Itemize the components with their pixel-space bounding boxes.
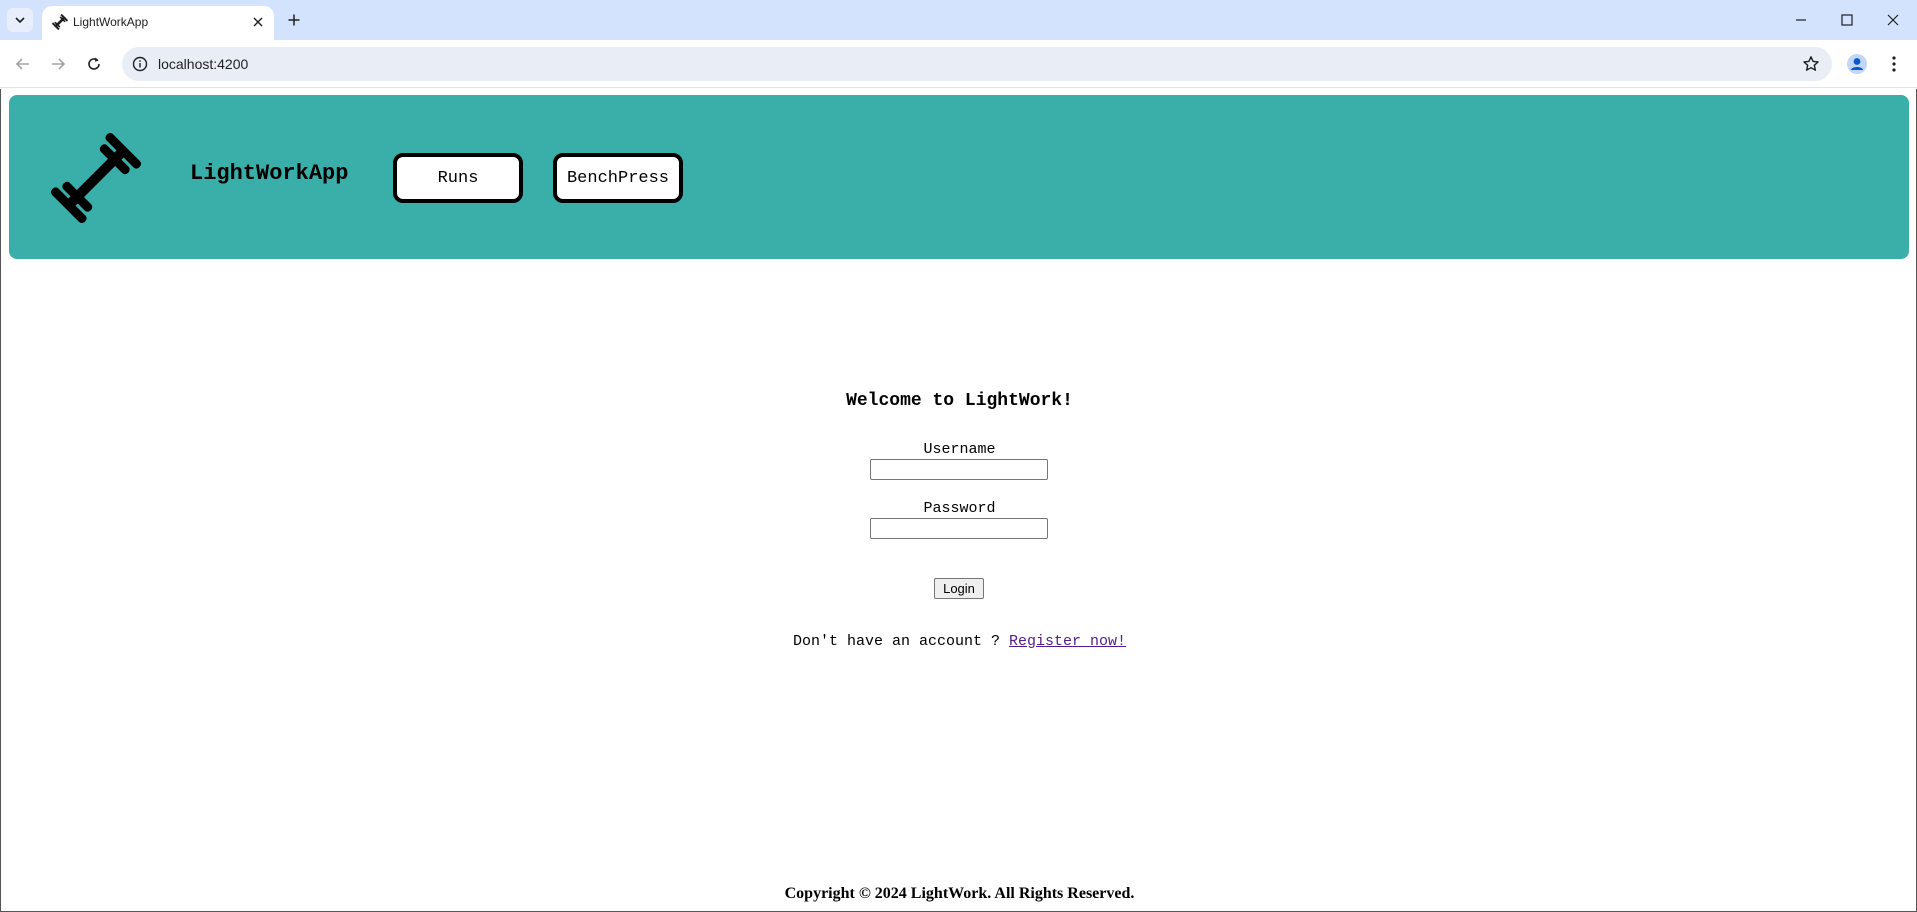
url-text[interactable]: localhost:4200 <box>158 56 248 72</box>
app-header: LightWorkApp Runs BenchPress <box>9 95 1909 259</box>
welcome-heading: Welcome to LightWork! <box>846 391 1073 411</box>
browser-toolbar: localhost:4200 <box>0 40 1917 88</box>
maximize-button[interactable] <box>1832 8 1862 32</box>
app-title: LightWorkApp <box>190 161 349 186</box>
reload-button[interactable] <box>81 51 107 77</box>
browser-menu-button[interactable] <box>1881 51 1907 77</box>
tab-title: LightWorkApp <box>73 15 149 29</box>
reload-icon <box>88 57 100 70</box>
profile-button[interactable] <box>1844 51 1870 77</box>
username-label: Username <box>923 441 996 458</box>
arrow-right-icon <box>52 58 66 70</box>
close-icon <box>1887 14 1899 26</box>
register-prompt: Don't have an account ? Register now! <box>1 633 1917 650</box>
maximize-icon <box>1841 14 1853 26</box>
nav-runs-button[interactable]: Runs <box>393 153 523 203</box>
register-link[interactable]: Register now! <box>1009 633 1126 650</box>
tab-close-button[interactable] <box>250 14 266 30</box>
password-label: Password <box>923 500 996 517</box>
password-input[interactable] <box>870 518 1048 539</box>
more-vertical-icon <box>1892 56 1896 72</box>
window-close-button[interactable] <box>1878 8 1908 32</box>
profile-icon <box>1847 54 1867 74</box>
back-button[interactable] <box>10 51 36 77</box>
star-icon[interactable] <box>1802 55 1820 73</box>
footer-copyright: Copyright © 2024 LightWork. All Rights R… <box>784 885 1135 902</box>
arrow-left-icon <box>15 58 29 70</box>
nav-benchpress-button[interactable]: BenchPress <box>553 153 683 203</box>
close-icon <box>253 17 263 27</box>
browser-tab-bar: LightWorkApp <box>0 0 1917 40</box>
minimize-icon <box>1796 19 1806 21</box>
chevron-down-icon <box>15 17 25 24</box>
page-viewport: LightWorkApp Runs BenchPress Welcome to … <box>0 89 1917 912</box>
tab-search-button[interactable] <box>7 8 33 32</box>
dumbbell-icon <box>52 14 68 30</box>
plus-icon <box>288 14 300 26</box>
new-tab-button[interactable] <box>284 10 304 30</box>
login-button[interactable]: Login <box>934 578 984 599</box>
dumbbell-icon <box>50 132 142 224</box>
minimize-button[interactable] <box>1786 8 1816 32</box>
username-input[interactable] <box>870 459 1048 480</box>
info-icon[interactable] <box>132 56 148 72</box>
register-prompt-text: Don't have an account ? <box>792 633 1009 650</box>
address-bar[interactable]: localhost:4200 <box>122 47 1832 81</box>
browser-tab[interactable]: LightWorkApp <box>42 6 274 40</box>
forward-button[interactable] <box>45 51 71 77</box>
